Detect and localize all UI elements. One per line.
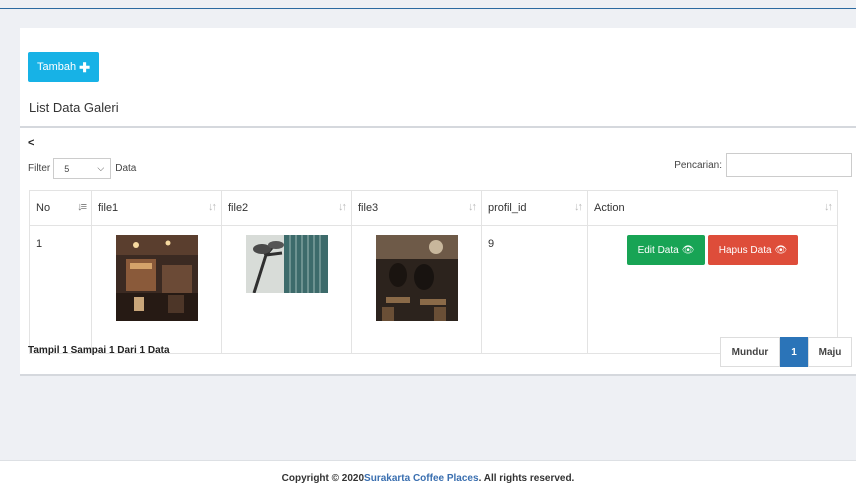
filter-control: Filter 5 ⌵ Data	[28, 158, 136, 179]
edit-data-button[interactable]: Edit Data 👁	[627, 235, 705, 265]
cell-profil-id: 9	[481, 225, 588, 354]
add-button[interactable]: Tambah ✚	[28, 52, 99, 82]
table-row: 1 9 Edit Data 👁 Hapus Data 👁	[29, 225, 838, 354]
sort-icon: ↓↑	[338, 201, 347, 213]
footer: Copyright © 2020 Surakarta Coffee Places…	[0, 460, 856, 495]
table-header-row: No ↓≡ file1 ↓↑ file2 ↓↑ file3 ↓↑ profil_…	[29, 190, 838, 226]
column-header-profil-id[interactable]: profil_id ↓↑	[481, 190, 588, 226]
pagination-info: Tampil 1 Sampai 1 Dari 1 Data	[28, 345, 170, 356]
eye-icon: 👁	[681, 244, 695, 256]
add-button-label: Tambah	[36, 61, 77, 73]
sort-asc-icon: ↓≡	[77, 201, 87, 213]
footer-brand-link[interactable]: Surakarta Coffee Places	[364, 473, 479, 484]
column-label: No	[36, 202, 51, 214]
search-input[interactable]	[726, 153, 852, 177]
delete-data-label: Hapus Data	[718, 244, 772, 256]
gallery-photo-3	[375, 235, 458, 321]
search-control: Pencarian:	[674, 153, 852, 177]
column-header-no[interactable]: No ↓≡	[29, 190, 92, 226]
edit-data-label: Edit Data	[637, 244, 679, 256]
cell-file1	[91, 225, 222, 354]
cell-file3	[351, 225, 482, 354]
plus-icon: ✚	[79, 59, 91, 75]
filter-suffix: Data	[115, 163, 137, 174]
filter-select[interactable]: 5 ⌵	[53, 158, 112, 179]
footer-copyright: Copyright © 2020	[281, 472, 365, 484]
pagination: Mundur 1 Maju	[720, 337, 852, 367]
cell-no: 1	[29, 225, 92, 354]
column-header-file3[interactable]: file3 ↓↑	[351, 190, 482, 226]
sort-icon: ↓↑	[574, 201, 583, 213]
sort-icon: ↓↑	[824, 201, 833, 213]
top-bar	[0, 0, 856, 9]
column-label: file2	[228, 202, 249, 214]
next-page-button[interactable]: Maju	[808, 337, 852, 367]
delete-data-button[interactable]: Hapus Data 👁	[708, 235, 798, 265]
page-button-current[interactable]: 1	[780, 337, 808, 367]
cell-action: Edit Data 👁 Hapus Data 👁	[587, 225, 838, 354]
chevron-down-icon: ⌵	[97, 163, 105, 173]
prev-page-button[interactable]: Mundur	[720, 337, 780, 367]
column-label: Action	[594, 202, 625, 214]
search-label: Pencarian:	[674, 159, 722, 171]
column-label: file1	[98, 202, 119, 214]
gallery-photo-2	[245, 235, 328, 293]
sort-icon: ↓↑	[208, 201, 217, 213]
filter-value: 5	[64, 163, 70, 174]
eye-icon: 👁	[774, 244, 788, 256]
cell-file2	[221, 225, 352, 354]
column-header-file1[interactable]: file1 ↓↑	[91, 190, 222, 226]
footer-rights: . All rights reserved.	[478, 472, 575, 484]
sort-icon: ↓↑	[468, 201, 477, 213]
column-label: profil_id	[488, 202, 527, 214]
page-title: List Data Galeri	[29, 100, 119, 115]
header-card: Tambah ✚ List Data Galeri	[20, 28, 856, 128]
filter-label: Filter	[28, 163, 51, 174]
gallery-table-card: < Filter 5 ⌵ Data Pencarian: No ↓≡ file1…	[20, 128, 856, 376]
column-header-file2[interactable]: file2 ↓↑	[221, 190, 352, 226]
column-header-action[interactable]: Action ↓↑	[587, 190, 838, 226]
gallery-table: No ↓≡ file1 ↓↑ file2 ↓↑ file3 ↓↑ profil_…	[29, 190, 838, 354]
column-label: file3	[358, 202, 379, 214]
back-link[interactable]: <	[28, 137, 34, 149]
gallery-photo-1	[115, 235, 198, 321]
